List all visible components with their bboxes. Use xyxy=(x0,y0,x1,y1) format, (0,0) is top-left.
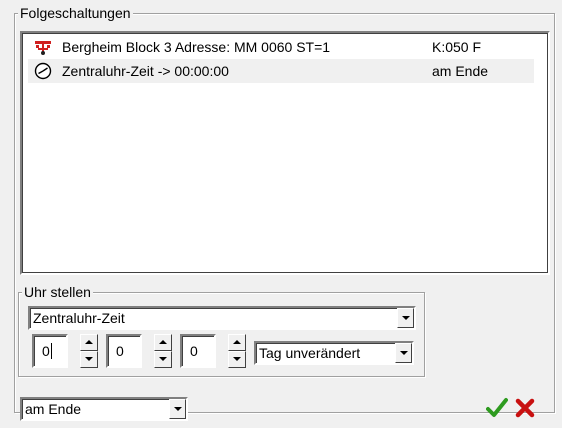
minutes-value: 0 xyxy=(116,343,124,359)
list-item-text: Bergheim Block 3 Adresse: MM 0060 ST=1 xyxy=(62,39,331,55)
chevron-down-icon[interactable] xyxy=(169,399,186,419)
folgeschaltungen-title: Folgeschaltungen xyxy=(18,5,133,21)
spin-down-icon[interactable] xyxy=(228,351,246,368)
timing-select[interactable]: am Ende xyxy=(20,397,188,421)
hours-stepper[interactable] xyxy=(80,334,98,368)
folgeschaltungen-list[interactable]: Bergheim Block 3 Adresse: MM 0060 ST=1 K… xyxy=(20,31,550,275)
spin-up-icon[interactable] xyxy=(228,334,246,351)
close-icon xyxy=(515,398,535,418)
hours-input[interactable]: 0 xyxy=(32,334,68,368)
list-item-text: Zentraluhr-Zeit -> 00:00:00 xyxy=(62,63,229,79)
minutes-input[interactable]: 0 xyxy=(106,334,142,368)
chevron-down-icon[interactable] xyxy=(397,308,414,328)
text-caret xyxy=(51,343,52,359)
list-item-tail: am Ende xyxy=(432,63,489,79)
seconds-stepper[interactable] xyxy=(228,334,246,368)
clock-select[interactable]: Zentraluhr-Zeit xyxy=(28,306,416,330)
clock-select-value: Zentraluhr-Zeit xyxy=(33,310,125,326)
day-select[interactable]: Tag unverändert xyxy=(254,341,414,365)
list-item-tail: K:050 F xyxy=(432,39,482,55)
spin-down-icon[interactable] xyxy=(154,351,172,368)
cancel-button[interactable] xyxy=(514,397,536,419)
chevron-down-icon[interactable] xyxy=(395,343,412,363)
signal-icon xyxy=(34,39,52,55)
spin-up-icon[interactable] xyxy=(154,334,172,351)
list-item[interactable]: Zentraluhr-Zeit -> 00:00:00 am Ende xyxy=(28,59,534,83)
day-select-value: Tag unverändert xyxy=(259,345,361,361)
hours-value: 0 xyxy=(42,343,50,359)
checkmark-icon xyxy=(486,398,508,417)
list-item[interactable]: Bergheim Block 3 Adresse: MM 0060 ST=1 K… xyxy=(28,35,534,59)
seconds-input[interactable]: 0 xyxy=(180,334,216,368)
minutes-stepper[interactable] xyxy=(154,334,172,368)
timing-select-value: am Ende xyxy=(25,401,82,417)
ok-button[interactable] xyxy=(486,397,508,419)
spin-down-icon[interactable] xyxy=(80,351,98,368)
clock-icon xyxy=(34,62,52,80)
seconds-value: 0 xyxy=(190,343,198,359)
uhr-stellen-title: Uhr stellen xyxy=(22,284,93,300)
spin-up-icon[interactable] xyxy=(80,334,98,351)
